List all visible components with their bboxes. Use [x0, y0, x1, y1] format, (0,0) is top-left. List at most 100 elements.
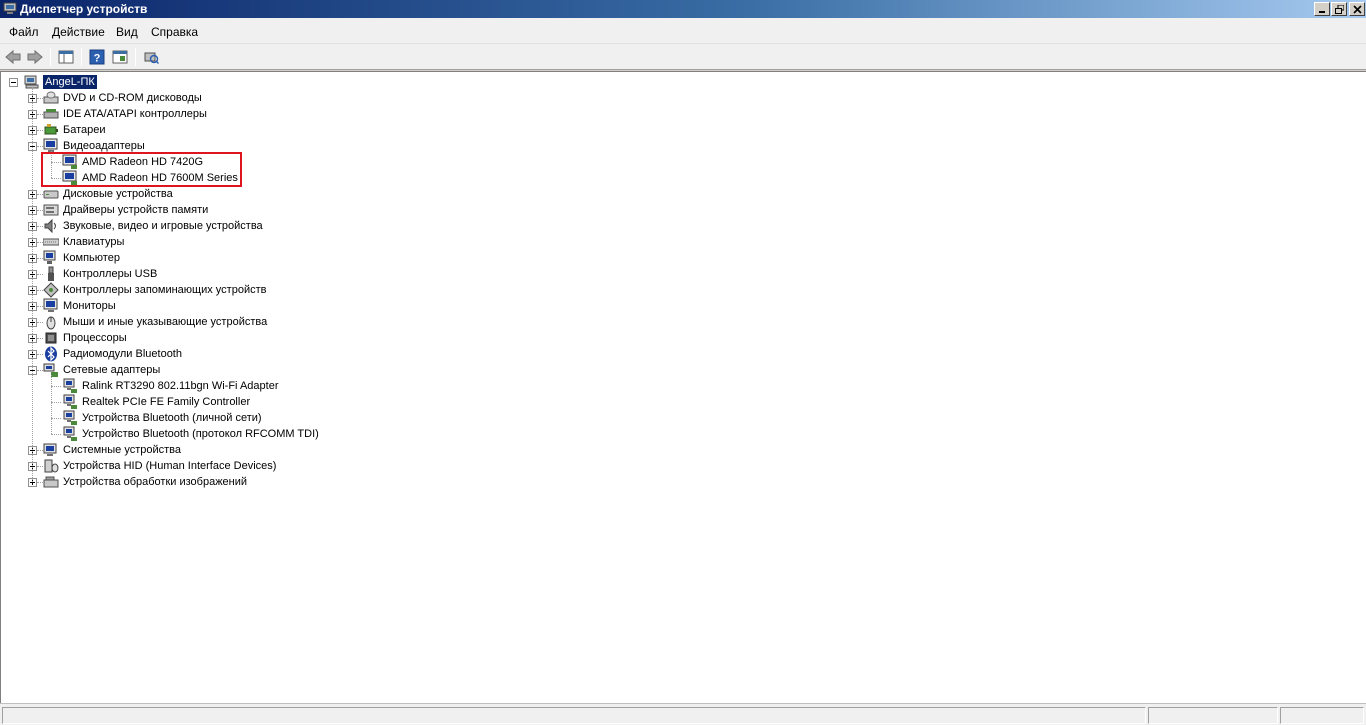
- tree-node-label[interactable]: Драйверы устройств памяти: [63, 203, 208, 217]
- tree-node-label[interactable]: Устройства HID (Human Interface Devices): [63, 459, 276, 473]
- disk-drive-icon: [43, 186, 59, 202]
- tree-node-label[interactable]: Мыши и иные указывающие устройства: [63, 315, 267, 329]
- tree-category-14[interactable]: Радиомодули Bluetooth: [1, 346, 182, 362]
- properties-button[interactable]: [110, 47, 130, 67]
- device-manager-app-icon: [3, 2, 17, 15]
- console-tree-button[interactable]: [56, 47, 76, 67]
- network-device-icon: [62, 378, 78, 394]
- tree-node-label[interactable]: Устройство Bluetooth (протокол RFCOMM TD…: [82, 427, 319, 441]
- tree-category-17[interactable]: Устройства HID (Human Interface Devices): [1, 458, 276, 474]
- battery-icon: [43, 122, 59, 138]
- tree-category-4[interactable]: Дисковые устройства: [1, 186, 173, 202]
- tree-category-7[interactable]: Клавиатуры: [1, 234, 124, 250]
- menu-help[interactable]: Справка: [151, 25, 198, 39]
- status-pane-main: [2, 707, 1146, 724]
- tree-root-node[interactable]: AngeL-ПК: [1, 74, 97, 90]
- root-expander[interactable]: [9, 78, 18, 87]
- tree-device-item[interactable]: AMD Radeon HD 7420G: [1, 154, 203, 170]
- tree-connector-line: [51, 375, 52, 434]
- tree-device-item[interactable]: AMD Radeon HD 7600M Series: [1, 170, 238, 186]
- toolbar-separator: [135, 48, 136, 66]
- toolbar: ?: [0, 44, 1366, 70]
- tree-category-15[interactable]: Сетевые адаптеры: [1, 362, 160, 378]
- tree-node-label[interactable]: Устройства обработки изображений: [63, 475, 247, 489]
- tree-device-item[interactable]: Realtek PCIe FE Family Controller: [1, 394, 250, 410]
- tree-node-label[interactable]: DVD и CD-ROM дисководы: [63, 91, 202, 105]
- tree-node-label[interactable]: Устройства Bluetooth (личной сети): [82, 411, 262, 425]
- tree-category-18[interactable]: Устройства обработки изображений: [1, 474, 247, 490]
- scan-hardware-icon: [144, 52, 159, 65]
- monitor-icon: [43, 298, 59, 314]
- back-arrow-icon: [5, 49, 21, 65]
- tree-category-5[interactable]: Драйверы устройств памяти: [1, 202, 208, 218]
- tree-node-label[interactable]: Контроллеры запоминающих устройств: [63, 283, 266, 297]
- tree-category-0[interactable]: DVD и CD-ROM дисководы: [1, 90, 202, 106]
- tree-category-8[interactable]: Компьютер: [1, 250, 120, 266]
- tree-category-10[interactable]: Контроллеры запоминающих устройств: [1, 282, 266, 298]
- tree-node-label[interactable]: Дисковые устройства: [63, 187, 173, 201]
- minimize-button[interactable]: [1314, 2, 1330, 16]
- toolbar-separator: [81, 48, 82, 66]
- tree-node-label[interactable]: Батареи: [63, 123, 106, 137]
- menu-file[interactable]: Файл: [9, 25, 39, 39]
- tree-device-item[interactable]: Устройства Bluetooth (личной сети): [1, 410, 262, 426]
- menu-view[interactable]: Вид: [116, 25, 138, 39]
- window-title: Диспетчер устройств: [20, 2, 148, 16]
- tree-category-16[interactable]: Системные устройства: [1, 442, 181, 458]
- tree-category-3[interactable]: Видеоадаптеры: [1, 138, 145, 154]
- menu-action[interactable]: Действие: [52, 25, 105, 39]
- tree-node-label[interactable]: Мониторы: [63, 299, 116, 313]
- tree-device-item[interactable]: Устройство Bluetooth (протокол RFCOMM TD…: [1, 426, 319, 442]
- network-device-icon: [62, 410, 78, 426]
- network-device-icon: [62, 426, 78, 442]
- status-pane-2: [1148, 707, 1278, 724]
- tree-connector-line: [51, 434, 61, 435]
- tree-connector-line: [51, 386, 61, 387]
- tree-category-9[interactable]: Контроллеры USB: [1, 266, 157, 282]
- tree-node-label[interactable]: Ralink RT3290 802.11bgn Wi-Fi Adapter: [82, 379, 278, 393]
- forward-button[interactable]: [25, 47, 45, 67]
- tree-connector-line: [32, 87, 33, 482]
- tree-device-item[interactable]: Ralink RT3290 802.11bgn Wi-Fi Adapter: [1, 378, 278, 394]
- tree-node-label[interactable]: Контроллеры USB: [63, 267, 157, 281]
- tree-node-label[interactable]: Звуковые, видео и игровые устройства: [63, 219, 263, 233]
- status-pane-3: [1280, 707, 1364, 724]
- toolbar-separator: [50, 48, 51, 66]
- mouse-icon: [43, 314, 59, 330]
- tree-node-label[interactable]: Сетевые адаптеры: [63, 363, 160, 377]
- svg-text:?: ?: [94, 53, 101, 65]
- storage-controller-icon: [43, 282, 59, 298]
- bluetooth-icon: [43, 346, 59, 362]
- computer-icon: [43, 250, 59, 266]
- usb-icon: [43, 266, 59, 282]
- tree-node-label[interactable]: Видеоадаптеры: [63, 139, 145, 153]
- keyboard-icon: [42, 234, 60, 250]
- back-button[interactable]: [3, 47, 23, 67]
- tree-node-label[interactable]: IDE ATA/ATAPI контроллеры: [63, 107, 207, 121]
- tree-node-label[interactable]: Процессоры: [63, 331, 127, 345]
- tree-category-1[interactable]: IDE ATA/ATAPI контроллеры: [1, 106, 207, 122]
- help-button[interactable]: ?: [87, 47, 107, 67]
- forward-arrow-icon: [27, 49, 43, 65]
- tree-node-label[interactable]: Компьютер: [63, 251, 120, 265]
- title-bar[interactable]: Диспетчер устройств: [0, 0, 1366, 18]
- system-device-icon: [43, 442, 59, 458]
- menu-bar: Файл Действие Вид Справка: [0, 18, 1366, 44]
- network-device-icon: [62, 394, 78, 410]
- tree-category-13[interactable]: Процессоры: [1, 330, 127, 346]
- tree-node-label[interactable]: Системные устройства: [63, 443, 181, 457]
- tree-connector-line: [51, 402, 61, 403]
- tree-category-12[interactable]: Мыши и иные указывающие устройства: [1, 314, 267, 330]
- tree-category-11[interactable]: Мониторы: [1, 298, 116, 314]
- sound-icon: [43, 218, 59, 234]
- tree-node-label[interactable]: Realtek PCIe FE Family Controller: [82, 395, 250, 409]
- restore-button[interactable]: [1331, 2, 1347, 16]
- scan-hardware-button[interactable]: [141, 47, 161, 67]
- status-bar: [0, 703, 1366, 725]
- tree-category-6[interactable]: Звуковые, видео и игровые устройства: [1, 218, 263, 234]
- tree-category-2[interactable]: Батареи: [1, 122, 106, 138]
- tree-node-label[interactable]: Радиомодули Bluetooth: [63, 347, 182, 361]
- tree-node-label[interactable]: AngeL-ПК: [43, 75, 97, 89]
- tree-node-label[interactable]: Клавиатуры: [63, 235, 124, 249]
- close-button[interactable]: [1349, 2, 1365, 16]
